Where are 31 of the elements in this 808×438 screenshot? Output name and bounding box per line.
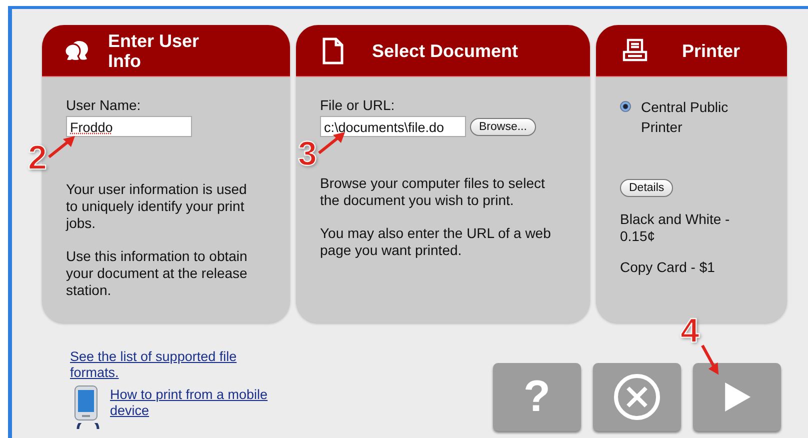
description-text: Browse your computer files to select the document you wish to print. (320, 175, 546, 209)
next-button[interactable] (693, 363, 781, 431)
input-field[interactable]: Froddo (66, 116, 192, 137)
panel-title: Printer (682, 40, 740, 60)
step-number: 2 (28, 141, 47, 175)
panel-title: Select Document (372, 40, 518, 60)
description-text: Your user information is used to uniquely identify your print jobs. (66, 181, 248, 232)
help-link[interactable]: See the list of supported file formats. (70, 349, 265, 381)
help-link[interactable]: How to print from a mobile device (110, 387, 290, 419)
description-text: Black and White - 0.15¢ (620, 211, 731, 245)
user-group-icon (64, 38, 90, 62)
radio-button[interactable] (620, 101, 631, 112)
step-number: 3 (298, 137, 317, 171)
phone-icon (74, 385, 98, 421)
step-number: 4 (680, 314, 700, 348)
field-label: File or URL: (320, 97, 396, 113)
radio-label: Central Public Printer (641, 98, 730, 137)
input-field[interactable]: c:\documents\file.do (320, 116, 466, 137)
cancel-icon (612, 372, 662, 422)
description-text: You may also enter the URL of a web page you want printed. (320, 225, 552, 259)
arrow-icon (316, 131, 347, 155)
browse-button[interactable]: Browse... (470, 118, 536, 136)
description-text: Use this information to obtain your document at the release station. (66, 248, 248, 299)
cancel-button[interactable] (593, 363, 681, 431)
field-label: User Name: (66, 97, 142, 113)
panel-title: Enter User Info (108, 30, 200, 70)
description-text: Copy Card - $1 (620, 259, 716, 276)
printer-icon (622, 38, 648, 64)
arrow-icon (46, 135, 77, 159)
details-button[interactable]: Details (620, 179, 674, 197)
document-icon (322, 36, 344, 64)
